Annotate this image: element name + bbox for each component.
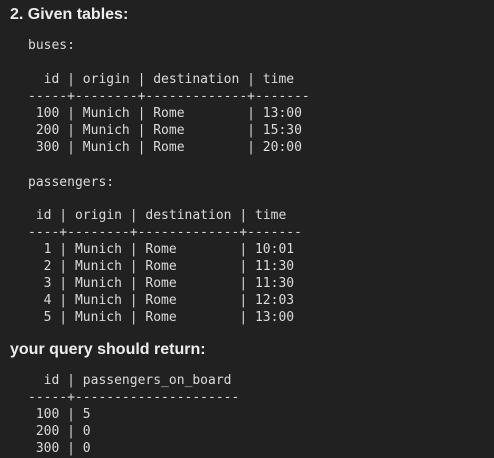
passengers-table: id | origin | destination | time ----+--… [28,208,302,325]
result-heading: your query should return: [10,341,206,358]
buses-label: buses: [28,38,75,53]
result-table: id | passengers_on_board -----+---------… [28,373,240,456]
question-heading: 2. Given tables: [10,6,129,23]
passengers-label: passengers: [28,175,115,190]
buses-table: id | origin | destination | time -----+-… [28,72,310,155]
